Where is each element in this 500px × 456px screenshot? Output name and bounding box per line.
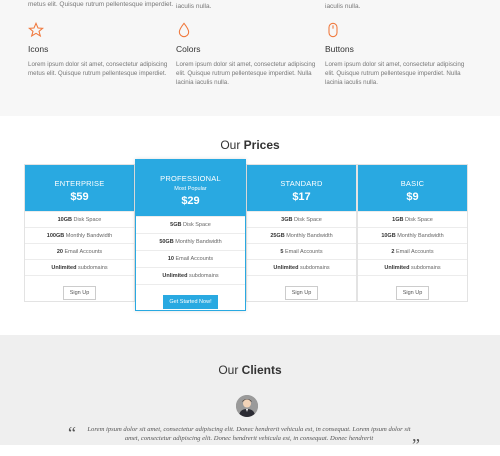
plan-feature-row: 10GB Monthly Bandwidth [358, 227, 467, 243]
feature-title: Icons [28, 44, 49, 54]
plan-professional: PROFESSIONAL Most Popular $29 5GB Disk S… [135, 159, 246, 311]
person-icon [236, 395, 258, 417]
plan-standard: STANDARD $17 3GB Disk Space 25GB Monthly… [246, 164, 357, 302]
plan-feature-row: 100GB Monthly Bandwidth [25, 227, 134, 243]
plan-header: STANDARD $17 [247, 165, 356, 211]
plan-price: $17 [292, 191, 311, 203]
plan-feature-row: Unlimited subdomains [136, 267, 245, 284]
plan-header: BASIC $9 [358, 165, 467, 211]
plan-feature-row: 2 Email Accounts [358, 243, 467, 259]
clients-section: Our Clients “ Lorem ipsum dolor sit amet… [0, 335, 500, 455]
close-quote-icon: ” [412, 435, 420, 455]
feature-title: Buttons [325, 44, 354, 54]
feature-title: Colors [176, 44, 201, 54]
prices-section: Our Prices ENTERPRISE $59 10GB Disk Spac… [0, 116, 500, 335]
plan-header: PROFESSIONAL Most Popular $29 [136, 160, 245, 216]
plan-basic: BASIC $9 1GB Disk Space 10GB Monthly Ban… [357, 164, 468, 302]
plan-feature-row: 5GB Disk Space [136, 216, 245, 233]
feature-top-text: metus elit. Quisque rutrum pellentesque … [28, 1, 174, 8]
testimonial-text: Lorem ipsum dolor sit amet, consectetur … [87, 426, 411, 442]
plan-feature-row: Unlimited subdomains [358, 259, 467, 275]
title-light: Our [220, 138, 244, 152]
mouse-icon [328, 22, 338, 38]
feature-desc: Lorem ipsum dolor sit amet, consectetur … [325, 61, 465, 86]
plan-feature-row: Unlimited subdomains [25, 259, 134, 275]
get-started-button[interactable]: Get Started Now! [163, 295, 218, 309]
feature-desc: Lorem ipsum dolor sit amet, consectetur … [28, 61, 168, 77]
plan-name: PROFESSIONAL [160, 174, 221, 183]
star-icon [28, 22, 44, 38]
feature-item: Colors Lorem ipsum dolor sit amet, conse… [176, 22, 316, 87]
feature-top-text: iaculis nulla. [176, 3, 212, 10]
plan-feature-row: 25GB Monthly Bandwidth [247, 227, 356, 243]
plan-feature-row: 10 Email Accounts [136, 250, 245, 267]
avatar [236, 395, 258, 417]
plan-header: ENTERPRISE $59 [25, 165, 134, 211]
plan-price: $29 [181, 195, 200, 207]
features-section: metus elit. Quisque rutrum pellentesque … [0, 0, 500, 116]
plan-note: Most Popular [174, 186, 207, 192]
plan-feature-row: Unlimited subdomains [247, 259, 356, 275]
sign-up-button[interactable]: Sign Up [62, 286, 97, 300]
feature-desc: Lorem ipsum dolor sit amet, consectetur … [176, 61, 316, 86]
plan-feature-row: 3GB Disk Space [247, 211, 356, 227]
feature-item: Buttons Lorem ipsum dolor sit amet, cons… [325, 22, 465, 87]
feature-item: Icons Lorem ipsum dolor sit amet, consec… [28, 22, 168, 78]
title-light: Our [218, 363, 242, 377]
feature-top-text: iaculis nulla. [325, 3, 361, 10]
plan-enterprise: ENTERPRISE $59 10GB Disk Space 100GB Mon… [24, 164, 135, 302]
sign-up-button[interactable]: Sign Up [395, 286, 430, 300]
title-bold: Clients [241, 363, 282, 377]
plan-price: $59 [70, 191, 89, 203]
plan-name: ENTERPRISE [54, 179, 105, 188]
section-title: Our Clients [0, 363, 500, 377]
plan-feature-row: 5 Email Accounts [247, 243, 356, 259]
plan-name: BASIC [400, 179, 425, 188]
plan-feature-row: 10GB Disk Space [25, 211, 134, 227]
plan-feature-row: 1GB Disk Space [358, 211, 467, 227]
section-title: Our Prices [0, 138, 500, 152]
plan-name: STANDARD [280, 179, 323, 188]
plan-feature-row: 20 Email Accounts [25, 243, 134, 259]
title-bold: Prices [243, 138, 280, 152]
droplet-icon [178, 22, 190, 38]
plan-price: $9 [406, 191, 419, 203]
open-quote-icon: “ [68, 423, 76, 443]
plan-feature-row: 50GB Monthly Bandwidth [136, 233, 245, 250]
sign-up-button[interactable]: Sign Up [284, 286, 319, 300]
